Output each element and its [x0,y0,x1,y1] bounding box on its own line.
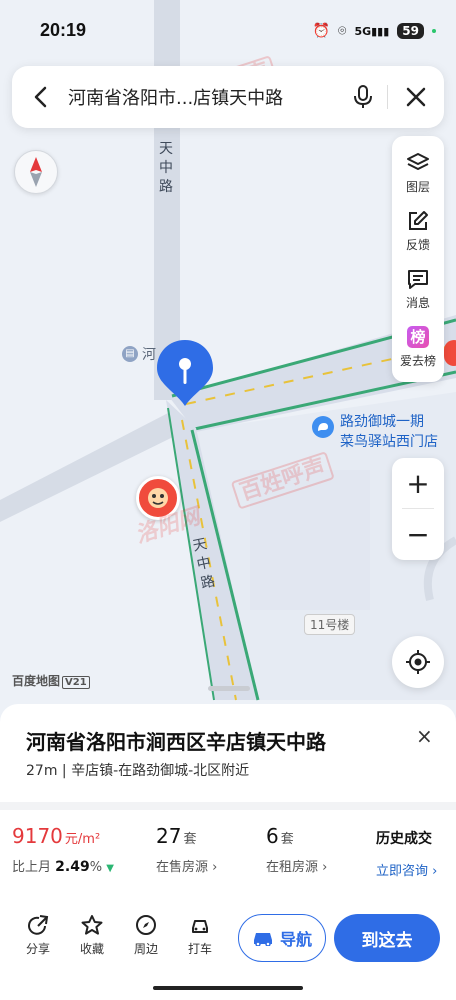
tool-ranking[interactable]: 榜 爱去榜 [392,318,444,376]
edit-icon [409,210,428,230]
zoom-out-button[interactable]: − [392,509,444,559]
share-button[interactable]: 分享 [16,914,60,957]
poi-cainiao-station[interactable]: 路劲御城一期 菜鸟驿站西门店 [340,412,438,452]
location-pin-icon[interactable] [156,338,214,408]
compass-icon[interactable] [14,150,58,194]
back-arrow-icon[interactable] [12,66,68,128]
zoom-controls: + − [392,458,444,560]
place-detail-card: 河南省洛阳市涧西区辛店镇天中路 × 27m | 辛店镇-在路劲御城-北区附近 9… [0,704,456,1000]
parcel-station-icon[interactable] [312,416,334,438]
taxi-button[interactable]: 打车 [178,914,222,957]
go-here-button[interactable]: 到这去 [334,914,440,962]
status-time: 20:19 [40,20,87,40]
location-icon: ⌾ [338,23,347,39]
star-icon [81,915,103,935]
consult-link[interactable]: 立即咨询 › [376,860,437,879]
tool-messages[interactable]: 消息 [392,260,444,318]
map-pin-edge-icon[interactable] [444,340,456,366]
nearby-button[interactable]: 周边 [124,914,168,957]
share-icon [28,915,49,935]
place-title: 河南省洛阳市涧西区辛店镇天中路 [26,730,326,754]
stat-history[interactable]: 历史成交 立即咨询 › [376,824,437,879]
building-icon: ▤ [122,346,138,362]
alarm-icon: ⏰ [312,23,331,39]
action-bar: 分享 收藏 周边 打车 导航 到这去 [0,904,456,978]
my-location-button[interactable] [392,636,444,688]
card-close-button[interactable]: × [416,724,433,748]
stat-price[interactable]: 9170 元/m² 比上月 2.49% ▼ [12,824,114,875]
road-label-north: 天中路 [159,141,173,195]
status-bar: 20:19 ⏰ ⌾ 5G▮▮▮ 59 [0,0,456,60]
close-icon[interactable] [388,66,444,128]
stat-for-rent[interactable]: 6套 在租房源 › [266,824,327,875]
compass-icon [136,915,156,935]
stat-for-sale[interactable]: 27 套 在售房源 › [156,824,217,875]
car-icon [253,933,272,946]
privacy-dot [432,29,436,33]
tool-feedback[interactable]: 反馈 [392,202,444,260]
map-tools-panel: 图层 反馈 消息 榜 爱去榜 [392,136,444,382]
building-label[interactable]: 11号楼 [304,614,356,635]
drag-handle[interactable] [208,686,250,691]
search-bar[interactable]: 河南省洛阳市...店镇天中路 [12,66,444,128]
microphone-icon[interactable] [339,66,387,128]
place-subtitle: 27m | 辛店镇-在路劲御城-北区附近 [26,763,250,779]
signal-icon: 5G▮▮▮ [354,24,390,38]
trend-down-icon: ▼ [106,863,114,874]
taxi-icon [192,920,208,933]
ranking-icon: 榜 [407,325,429,348]
home-indicator [153,986,303,990]
tool-layers[interactable]: 图层 [392,144,444,202]
locate-icon [406,650,430,674]
section-divider [0,802,456,810]
search-query[interactable]: 河南省洛阳市...店镇天中路 [68,84,339,110]
navigate-button[interactable]: 导航 [238,914,326,962]
battery-icon: 59 [397,23,424,39]
favorite-button[interactable]: 收藏 [70,914,114,957]
baidu-map-logo: 百度地图 V21 [12,672,90,689]
zoom-in-button[interactable]: + [392,458,444,508]
layers-icon [407,152,429,170]
message-icon [408,269,428,289]
poi-partial[interactable]: ▤ 河 [122,344,156,364]
housing-stats: 9170 元/m² 比上月 2.49% ▼ 27 套 在售房源 › 6套 在租房源 … [0,824,456,894]
